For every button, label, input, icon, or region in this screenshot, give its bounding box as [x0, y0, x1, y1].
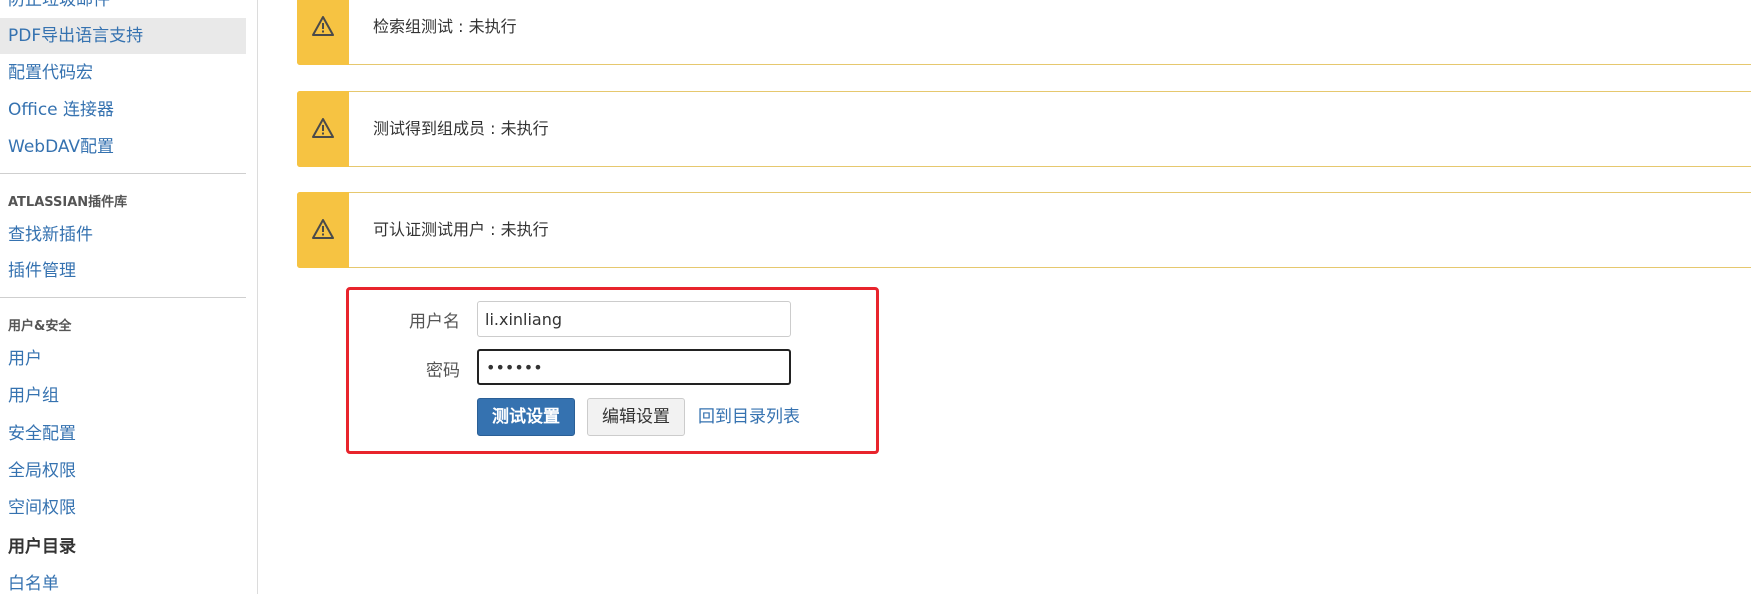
warning-bar: [297, 91, 349, 167]
sidebar-item-code-macro[interactable]: 配置代码宏: [0, 55, 246, 91]
sidebar-item-global-permissions[interactable]: 全局权限: [0, 453, 246, 489]
edit-settings-button[interactable]: 编辑设置: [587, 398, 685, 436]
username-label: 用户名: [409, 312, 460, 332]
password-input[interactable]: [477, 349, 791, 385]
sidebar-item-spam-prevention[interactable]: 防止垃圾邮件: [0, 0, 246, 18]
warning-banner: 测试得到组成员 : 未执行: [297, 91, 1751, 167]
sidebar-divider: [0, 173, 246, 174]
warning-banner: 检索组测试 : 未执行: [297, 0, 1751, 65]
sidebar-item-users[interactable]: 用户: [0, 341, 246, 377]
sidebar-item-pdf-language[interactable]: PDF导出语言支持: [0, 18, 246, 54]
warning-text: 检索组测试 : 未执行: [373, 17, 517, 36]
sidebar-item-webdav[interactable]: WebDAV配置: [0, 129, 246, 165]
sidebar-item-find-plugins[interactable]: 查找新插件: [0, 217, 246, 253]
sidebar-heading-user-security: 用户&安全: [8, 319, 72, 334]
password-label: 密码: [426, 361, 460, 381]
warning-text: 可认证测试用户 : 未执行: [373, 220, 549, 239]
warning-bar: [297, 192, 349, 268]
back-to-directory-list-link[interactable]: 回到目录列表: [698, 398, 800, 436]
sidebar-item-space-permissions[interactable]: 空间权限: [0, 490, 246, 526]
admin-sidebar: 防止垃圾邮件 PDF导出语言支持 配置代码宏 Office 连接器 WebDAV…: [0, 0, 258, 594]
warning-icon: [312, 16, 334, 36]
sidebar-heading-atlassian: ATLASSIAN插件库: [8, 195, 128, 210]
sidebar-divider: [0, 297, 246, 298]
sidebar-item-whitelist[interactable]: 白名单: [0, 566, 246, 594]
sidebar-item-groups[interactable]: 用户组: [0, 378, 246, 414]
username-input[interactable]: [477, 301, 791, 337]
sidebar-item-office-connector[interactable]: Office 连接器: [0, 92, 246, 128]
sidebar-item-user-directories[interactable]: 用户目录: [0, 529, 246, 565]
sidebar-item-manage-plugins[interactable]: 插件管理: [0, 253, 246, 289]
test-settings-button[interactable]: 测试设置: [477, 398, 575, 436]
warning-bar: [297, 0, 349, 65]
warning-icon: [312, 118, 334, 138]
page: 防止垃圾邮件 PDF导出语言支持 配置代码宏 Office 连接器 WebDAV…: [0, 0, 1751, 594]
sidebar-item-security-config[interactable]: 安全配置: [0, 416, 246, 452]
warning-icon: [312, 219, 334, 239]
warning-banner: 可认证测试用户 : 未执行: [297, 192, 1751, 268]
warning-text: 测试得到组成员 : 未执行: [373, 119, 549, 138]
